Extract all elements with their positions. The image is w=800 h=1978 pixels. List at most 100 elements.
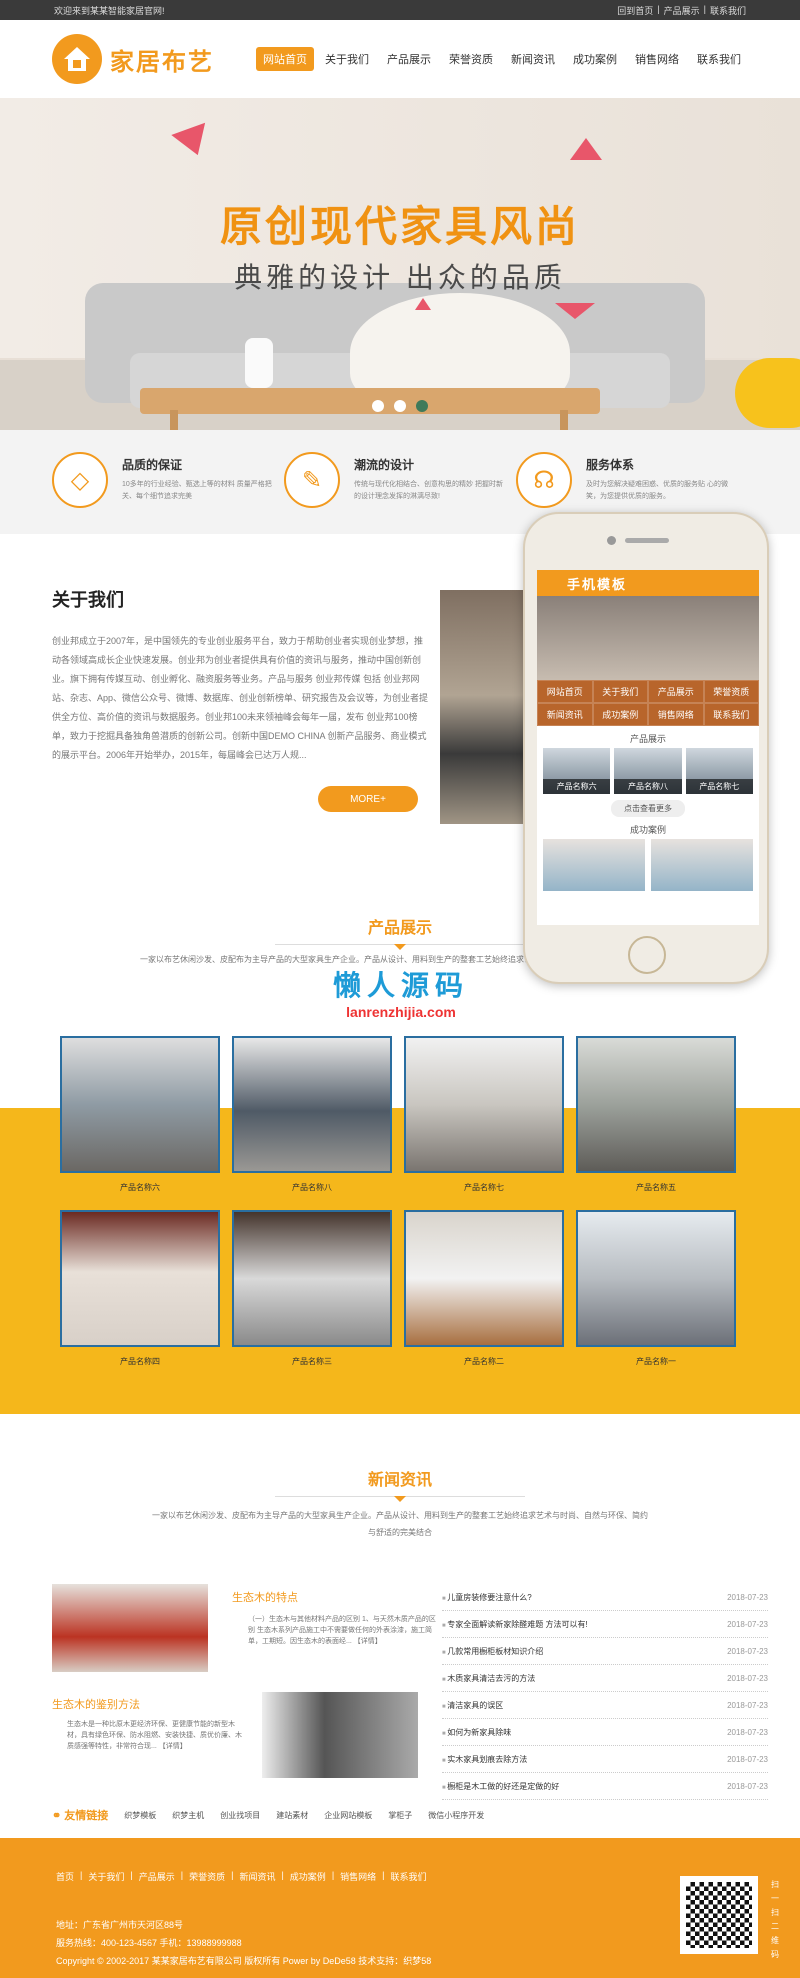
nav-honors[interactable]: 荣誉资质 <box>442 47 500 71</box>
news-section: 新闻资讯 一家以布艺休闲沙发、皮配布为主导产品的大型家具生产企业。产品从设计、用… <box>0 1414 800 1824</box>
footer-nav: 首页 | 关于我们 | 产品展示 | 荣誉资质 | 新闻资讯 | 成功案例 | 销售网络 | … <box>56 1870 427 1883</box>
friend-link[interactable]: 企业网站模板 <box>324 1810 372 1821</box>
friend-link[interactable]: 织梦模板 <box>124 1810 156 1821</box>
footer-link[interactable]: 首页 <box>56 1870 74 1883</box>
feature-desc: 及时为您解决疑难困惑、优质的服务贴 心的微笑，为您提供优质的服务。 <box>586 481 728 500</box>
friend-link[interactable]: 掌柜子 <box>388 1810 412 1821</box>
nav-home[interactable]: 网站首页 <box>256 47 314 71</box>
friend-link[interactable]: 织梦主机 <box>172 1810 204 1821</box>
pen-icon: ✎ <box>284 452 340 508</box>
mobile-more-button[interactable]: 点击查看更多 <box>611 800 685 817</box>
nav-sales[interactable]: 销售网络 <box>628 47 686 71</box>
mobile-product-card[interactable]: 产品名称六 <box>543 748 611 794</box>
news-feature-title[interactable]: 生态木的特点 <box>232 1589 298 1605</box>
main-nav: 网站首页 关于我们 产品展示 荣誉资质 新闻资讯 成功案例 销售网络 联系我们 <box>256 47 748 71</box>
product-card[interactable]: 产品名称二 <box>404 1210 564 1372</box>
phone-mockup: 手机模板 网站首页 关于我们 产品展示 荣誉资质 新闻资讯 成功案例 销售网络 … <box>523 512 769 984</box>
news-feature-desc: （一）生态木与其他材料产品的区别 1、与天然木质产品的区别 生态木系列产品施工中… <box>248 1616 436 1645</box>
site-footer: 首页 | 关于我们 | 产品展示 | 荣誉资质 | 新闻资讯 | 成功案例 | 销售网络 | … <box>0 1838 800 1978</box>
news-item[interactable]: 专家全面解读新家除醛难题 方法可以有!2018-07-23 <box>442 1611 768 1638</box>
news-item[interactable]: 儿童房装修要注意什么?2018-07-23 <box>442 1584 768 1611</box>
news-item[interactable]: 如何为新家具除味2018-07-23 <box>442 1719 768 1746</box>
news-item[interactable]: 橱柜是木工做的好还是定做的好2018-07-23 <box>442 1773 768 1800</box>
slider-dot-1[interactable] <box>372 400 384 412</box>
mobile-nav-item[interactable]: 新闻资讯 <box>537 703 593 726</box>
more-button[interactable]: MORE+ <box>318 786 418 812</box>
news-item[interactable]: 清洁家具的误区2018-07-23 <box>442 1692 768 1719</box>
house-icon <box>52 34 102 84</box>
product-grid: 产品名称六 产品名称八 产品名称七 产品名称五 产品名称四 产品名称三 产品名称… <box>60 1036 736 1372</box>
news-feature-title[interactable]: 生态木的鉴别方法 <box>52 1696 140 1712</box>
camera-icon <box>607 536 616 545</box>
feature-title: 服务体系 <box>586 458 635 472</box>
feature-desc: 10多年的行业经验、甄选上等的材料 质量严格把关、每个细节追求完美 <box>122 481 272 500</box>
nav-contact[interactable]: 联系我们 <box>690 47 748 71</box>
news-item[interactable]: 几款常用橱柜板材知识介绍2018-07-23 <box>442 1638 768 1665</box>
product-card[interactable]: 产品名称七 <box>404 1036 564 1198</box>
mobile-product-card[interactable]: 产品名称八 <box>614 748 682 794</box>
feature-desc: 传统与现代化相结合、创意构思的精妙 把握时新的设计理念发挥的淋漓尽致! <box>354 481 503 500</box>
friend-link[interactable]: 建站素材 <box>276 1810 308 1821</box>
feature-title: 品质的保证 <box>122 458 183 472</box>
product-card[interactable]: 产品名称三 <box>232 1210 392 1372</box>
slider-dot-2[interactable] <box>394 400 406 412</box>
mobile-nav-item[interactable]: 产品展示 <box>648 680 704 703</box>
mobile-nav-item[interactable]: 成功案例 <box>592 703 648 726</box>
friend-link[interactable]: 微信小程序开发 <box>428 1810 484 1821</box>
news-image[interactable] <box>52 1584 208 1672</box>
qr-code <box>680 1876 758 1954</box>
topbar-link-products[interactable]: 产品展示 <box>664 4 700 17</box>
product-card[interactable]: 产品名称五 <box>576 1036 736 1198</box>
nav-products[interactable]: 产品展示 <box>380 47 438 71</box>
banner-subtitle: 典雅的设计 出众的品质 <box>234 262 566 293</box>
about-text: 创业邦成立于2007年，是中国领先的专业创业服务平台，致力于帮助创业者实现创业梦… <box>52 636 429 760</box>
mobile-product-card[interactable]: 产品名称七 <box>685 748 753 794</box>
footer-phone: 服务热线：400-123-4567 手机：13988999988 <box>56 1938 242 1948</box>
watermark-title: 懒人源码 <box>332 969 469 1002</box>
footer-copyright: Copyright © 2002-2017 某某家居布艺有限公司 版权所有 Po… <box>56 1956 432 1966</box>
footer-link[interactable]: 产品展示 <box>139 1870 175 1883</box>
hero-banner[interactable]: 原创现代家具风尚 典雅的设计 出众的品质 <box>0 98 800 430</box>
slider-dot-3[interactable] <box>416 400 428 412</box>
feature-quality: ◇ 品质的保证 10多年的行业经验、甄选上等的材料 质量严格把关、每个细节追求完美 <box>52 452 284 534</box>
news-image[interactable] <box>262 1692 418 1778</box>
welcome-text: 欢迎来到某某智能家居官网! <box>54 5 165 16</box>
footer-link[interactable]: 销售网络 <box>340 1870 376 1883</box>
friend-link[interactable]: 创业找项目 <box>220 1810 260 1821</box>
news-title: 新闻资讯 <box>367 1472 432 1489</box>
logo-text: 家居布艺 <box>110 47 214 76</box>
mobile-section-title: 成功案例 <box>629 825 666 835</box>
footer-link[interactable]: 成功案例 <box>290 1870 326 1883</box>
mobile-nav-item[interactable]: 网站首页 <box>537 680 593 703</box>
mobile-section-title: 产品展示 <box>629 734 666 744</box>
footer-link[interactable]: 新闻资讯 <box>239 1870 275 1883</box>
news-list: 儿童房装修要注意什么?2018-07-23 专家全面解读新家除醛难题 方法可以有… <box>442 1584 768 1800</box>
feature-design: ✎ 潮流的设计 传统与现代化相结合、创意构思的精妙 把握时新的设计理念发挥的淋漓尽… <box>284 452 516 534</box>
mobile-nav-item[interactable]: 联系我们 <box>703 703 759 726</box>
nav-news[interactable]: 新闻资讯 <box>504 47 562 71</box>
nav-cases[interactable]: 成功案例 <box>566 47 624 71</box>
mobile-nav-item[interactable]: 销售网络 <box>648 703 704 726</box>
news-item[interactable]: 实木家具划痕去除方法2018-07-23 <box>442 1746 768 1773</box>
product-card[interactable]: 产品名称八 <box>232 1036 392 1198</box>
nav-about[interactable]: 关于我们 <box>318 47 376 71</box>
footer-link[interactable]: 关于我们 <box>88 1870 124 1883</box>
mobile-case-image[interactable] <box>543 839 645 891</box>
product-card[interactable]: 产品名称四 <box>60 1210 220 1372</box>
product-card[interactable]: 产品名称一 <box>576 1210 736 1372</box>
news-item[interactable]: 木质家具清洁去污的方法2018-07-23 <box>442 1665 768 1692</box>
mobile-nav-item[interactable]: 关于我们 <box>592 680 648 703</box>
friend-links: ⚭ 友情链接 织梦模板 织梦主机 创业找项目 建站素材 企业网站模板 掌柜子 微… <box>52 1800 484 1830</box>
mobile-case-image[interactable] <box>651 839 753 891</box>
logo[interactable]: 家居布艺 <box>52 34 214 84</box>
headset-icon: ☊ <box>516 452 572 508</box>
mobile-nav-item[interactable]: 荣誉资质 <box>703 680 759 703</box>
footer-link[interactable]: 联系我们 <box>391 1870 427 1883</box>
topbar-link-contact[interactable]: 联系我们 <box>710 4 746 17</box>
mobile-banner <box>537 596 759 680</box>
home-button <box>628 936 666 974</box>
product-card[interactable]: 产品名称六 <box>60 1036 220 1198</box>
banner-title: 原创现代家具风尚 <box>219 202 580 251</box>
footer-link[interactable]: 荣誉资质 <box>189 1870 225 1883</box>
topbar-link-home[interactable]: 回到首页 <box>617 4 653 17</box>
